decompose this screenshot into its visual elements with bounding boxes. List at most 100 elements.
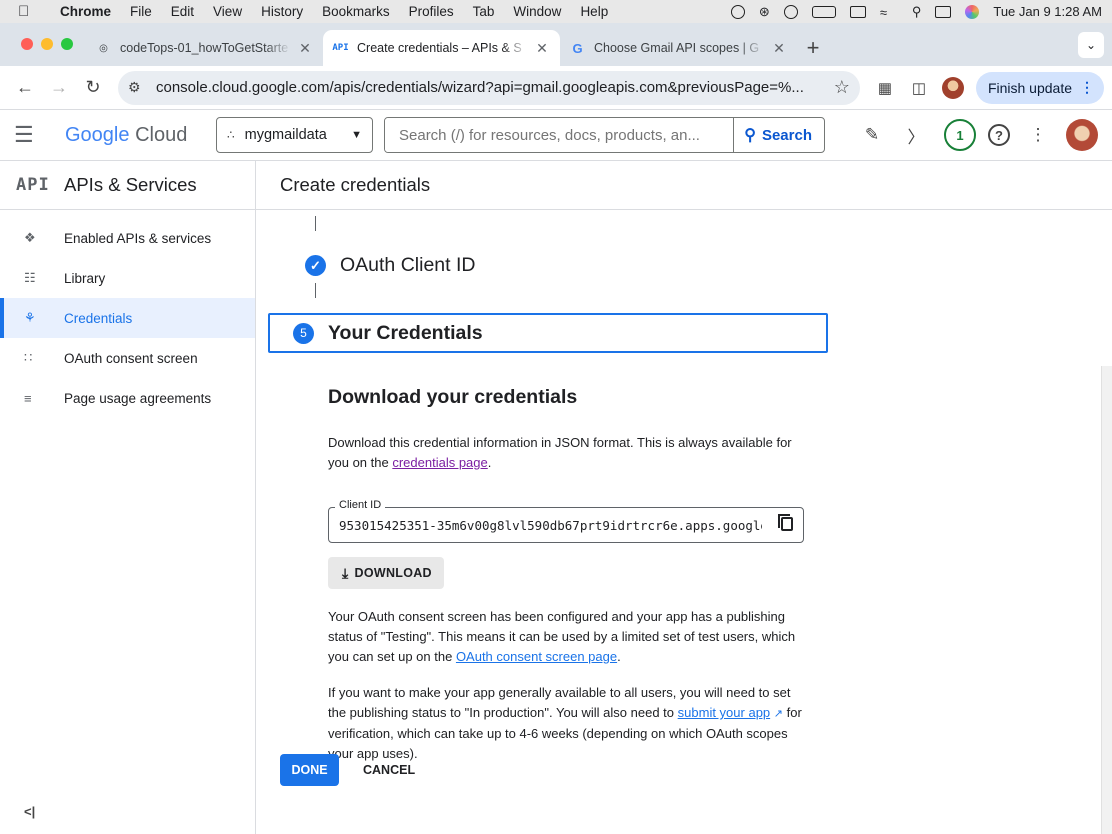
menu-profiles[interactable]: Profiles <box>409 4 454 19</box>
step-number-badge: 5 <box>293 322 314 344</box>
sidebar-title: APIs & Services <box>64 174 197 195</box>
siri-icon[interactable] <box>965 4 980 19</box>
menu-bookmarks[interactable]: Bookmarks <box>322 4 390 19</box>
check-circle-icon: ✓ <box>305 255 326 276</box>
download-label: DOWNLOAD <box>354 566 432 580</box>
search-icon: ⚲ <box>744 127 756 144</box>
dots-icon: ∷ <box>24 350 33 365</box>
menu-file[interactable]: File <box>130 4 152 19</box>
tab-title: Create credentials – APIs & S <box>357 41 522 55</box>
more-vert-icon[interactable]: ⋮ <box>1022 119 1054 151</box>
minimize-window-icon[interactable] <box>41 38 53 50</box>
side-panel-icon[interactable]: ◫ <box>902 71 936 105</box>
search-input[interactable] <box>385 118 734 152</box>
intro-paragraph: Download this credential information in … <box>328 433 808 473</box>
menu-window[interactable]: Window <box>513 4 561 19</box>
key-icon: ⚘ <box>24 310 36 325</box>
tab-gmail-scopes[interactable]: G Choose Gmail API scopes | G ✕ <box>560 30 797 66</box>
url-text[interactable]: console.cloud.google.com/apis/credential… <box>156 79 826 96</box>
main-content: Create credentials ✓ OAuth Client ID 5 Y… <box>256 161 1112 834</box>
oauth-consent-link[interactable]: OAuth consent screen page <box>456 649 617 664</box>
forward-button[interactable]: → <box>42 71 76 105</box>
battery-icon[interactable] <box>811 5 836 18</box>
menu-app-name[interactable]: Chrome <box>60 4 111 19</box>
control-center-icon[interactable] <box>935 5 952 18</box>
client-id-field[interactable]: Client ID 953015425351-35m6v00g8lvl590db… <box>328 499 804 543</box>
display-icon[interactable] <box>849 5 866 18</box>
sidebar-nav: ❖ Enabled APIs & services ☷ Library ⚘ Cr… <box>0 210 255 418</box>
wifi-icon[interactable]: ≈ <box>880 5 898 20</box>
sidebar-item-credentials[interactable]: ⚘ Credentials <box>0 298 255 338</box>
user-icon[interactable] <box>783 4 798 19</box>
site-info-icon[interactable]: ⚙ <box>128 79 148 96</box>
menu-edit[interactable]: Edit <box>171 4 194 19</box>
bluetooth-icon[interactable]: ⊛ <box>759 4 770 20</box>
menubar-clock[interactable]: Tue Jan 9 1:28 AM <box>993 4 1102 19</box>
back-button[interactable]: ← <box>8 71 42 105</box>
cancel-button[interactable]: CANCEL <box>363 763 415 777</box>
step-oauth-client-id[interactable]: ✓ OAuth Client ID <box>305 254 475 277</box>
google-cloud-logo[interactable]: Google Cloud <box>65 124 193 147</box>
collapse-sidebar-icon[interactable]: <| <box>24 804 35 819</box>
avatar[interactable] <box>1066 119 1098 151</box>
spotlight-icon[interactable]: ⚲ <box>912 4 922 20</box>
submit-app-link[interactable]: submit your app <box>678 705 771 720</box>
finish-update-button[interactable]: Finish update ⋮ <box>975 71 1104 104</box>
library-icon: ☷ <box>24 270 36 285</box>
intro-end: . <box>487 455 492 470</box>
download-button[interactable]: ⤓ DOWNLOAD <box>328 557 444 589</box>
sidebar-item-oauth-consent[interactable]: ∷ OAuth consent screen <box>0 338 255 378</box>
api-badge-icon: API <box>16 175 50 195</box>
sidebar-item-page-usage[interactable]: ≡ Page usage agreements <box>0 378 255 418</box>
sidebar-item-label: Credentials <box>64 310 133 326</box>
menu-history[interactable]: History <box>261 4 303 19</box>
gemini-icon[interactable]: ✎ <box>856 119 888 151</box>
apple-icon[interactable]:  <box>18 3 34 20</box>
notifications-badge[interactable]: 1 <box>944 119 976 151</box>
scrollbar[interactable] <box>1101 366 1112 834</box>
page-title: Create credentials <box>256 161 1112 210</box>
close-tab-icon[interactable]: ✕ <box>771 40 787 57</box>
client-id-label: Client ID <box>335 499 386 511</box>
google-icon: G <box>572 40 583 56</box>
close-tab-icon[interactable]: ✕ <box>534 40 550 57</box>
help-icon[interactable]: ? <box>988 124 1010 146</box>
sidebar-item-library[interactable]: ☷ Library <box>0 258 255 298</box>
client-id-value[interactable]: 953015425351-35m6v00g8lvl590db67prt9idrt… <box>339 518 762 533</box>
step-title: OAuth Client ID <box>340 254 476 276</box>
sidebar-item-enabled-apis[interactable]: ❖ Enabled APIs & services <box>0 218 255 258</box>
close-window-icon[interactable] <box>21 38 33 50</box>
cloud-shell-icon[interactable]: 〉 <box>900 119 932 151</box>
copy-icon[interactable] <box>778 514 793 531</box>
bookmark-star-icon[interactable]: ☆ <box>834 77 850 98</box>
download-icon: ⤓ <box>342 564 349 581</box>
reload-button[interactable]: ↻ <box>76 71 110 105</box>
dropdown-arrow-icon: ▼ <box>351 129 362 141</box>
done-button[interactable]: DONE <box>280 754 339 786</box>
search-button-label: Search <box>761 126 812 144</box>
tab-create-credentials[interactable]: API Create credentials – APIs & S ✕ <box>323 30 560 66</box>
tab-search-dropdown-icon[interactable]: ⌄ <box>1078 32 1104 58</box>
menu-view[interactable]: View <box>213 4 242 19</box>
project-picker[interactable]: ∴ mygmaildata ▼ <box>216 117 373 153</box>
profile-button[interactable] <box>936 71 970 105</box>
production-paragraph: If you want to make your app generally a… <box>328 683 808 764</box>
menu-help[interactable]: Help <box>580 4 608 19</box>
search-button[interactable]: ⚲ Search <box>733 118 824 152</box>
step-connector <box>315 283 316 298</box>
step-connector <box>315 216 316 231</box>
menu-icon[interactable]: ☰ <box>14 122 54 148</box>
accessibility-icon[interactable] <box>730 4 745 19</box>
step-your-credentials[interactable]: 5 Your Credentials <box>268 313 828 353</box>
extensions-icon[interactable]: ▦ <box>868 71 902 105</box>
maximize-window-icon[interactable] <box>61 38 73 50</box>
address-bar[interactable]: ⚙ console.cloud.google.com/apis/credenti… <box>118 70 860 105</box>
tab-codetops[interactable]: ◎ codeTops-01_howToGetStarte ✕ <box>86 30 323 66</box>
new-tab-button[interactable]: + <box>797 30 829 66</box>
menu-tab[interactable]: Tab <box>473 4 495 19</box>
close-tab-icon[interactable]: ✕ <box>297 40 313 57</box>
section-heading: Download your credentials <box>328 386 578 408</box>
credentials-page-link[interactable]: credentials page <box>392 455 487 470</box>
tab-list: ◎ codeTops-01_howToGetStarte ✕ API Creat… <box>86 30 829 66</box>
globe-icon: ◎ <box>99 42 108 54</box>
